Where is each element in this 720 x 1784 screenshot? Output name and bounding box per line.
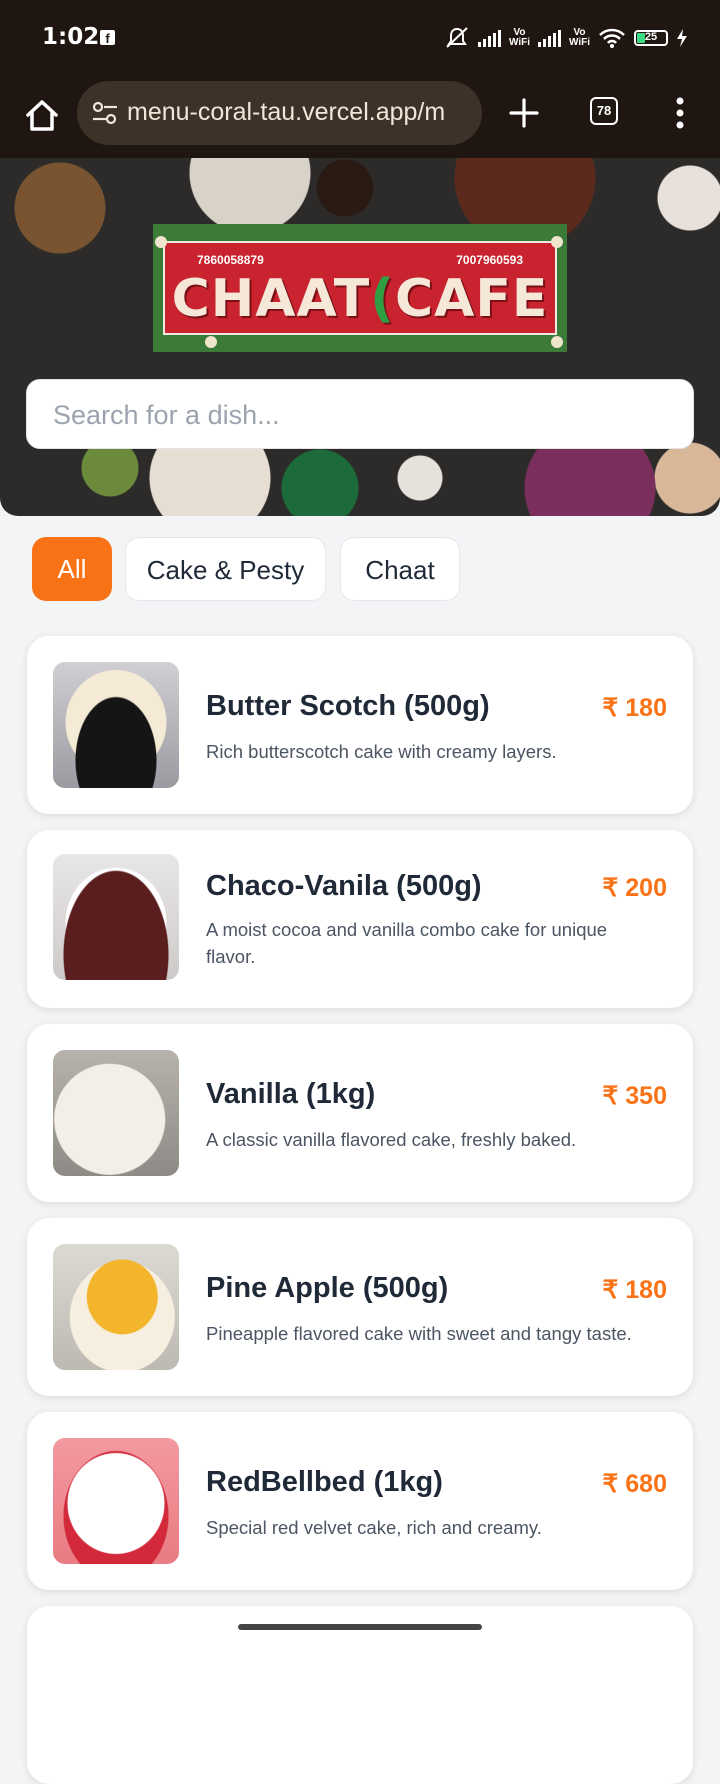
butter-scotch-image [53,662,179,788]
item-title: Butter Scotch (500g) [206,690,490,722]
item-description: A classic vanilla flavored cake, freshly… [206,1129,577,1150]
item-description: Special red velvet cake, rich and creamy… [206,1517,542,1538]
menu-item-card[interactable]: Vanilla (1kg) ₹ 350 A classic vanilla fl… [27,1024,693,1202]
new-tab-icon[interactable] [508,97,540,129]
menu-item-card[interactable]: Chaco-Vanila (500g) ₹ 200 A moist cocoa … [27,830,693,1008]
item-price: ₹ 200 [602,874,667,902]
chili-icon: ( [370,269,395,329]
menu-item-card[interactable] [27,1606,693,1784]
home-icon[interactable] [22,96,62,136]
item-description: A moist cocoa and vanilla combo cake for… [206,919,608,967]
vowifi-icon-1: Vo WiFi [508,27,530,48]
mute-bell-icon [446,27,468,48]
item-price: ₹ 180 [602,1276,667,1304]
chaco-vanila-image [53,854,179,980]
charging-icon [677,29,687,47]
facebook-notification-icon: f [100,30,115,46]
pine-apple-image [53,1244,179,1370]
item-price: ₹ 350 [602,1082,667,1110]
restaurant-logo: 7860058879 7007960593 CHAAT(CAFE [153,224,567,352]
wifi-icon [599,28,625,48]
item-price: ₹ 180 [602,694,667,722]
address-bar[interactable]: menu-coral-tau.vercel.app/m [77,81,482,145]
url-text: menu-coral-tau.vercel.app/m [127,98,446,126]
category-chip-cake-pesty[interactable]: Cake & Pesty [125,537,326,601]
search-placeholder: Search for a dish... [53,400,280,430]
status-icons: Vo WiFi Vo WiFi 25 [444,26,688,50]
more-options-icon[interactable] [670,95,690,131]
menu-item-card[interactable]: Butter Scotch (500g) ₹ 180 Rich buttersc… [27,636,693,814]
item-description: Rich butterscotch cake with creamy layer… [206,741,557,762]
item-title: Chaco-Vanila (500g) [206,870,482,902]
redbellbed-image [53,1438,179,1564]
battery-level: 25 [644,31,658,43]
battery-icon: 25 [634,30,668,46]
search-input[interactable]: Search for a dish... [26,379,694,449]
category-chip-chaat[interactable]: Chaat [340,537,460,601]
item-price: ₹ 680 [602,1470,667,1498]
hero-banner: 7860058879 7007960593 CHAAT(CAFE Search … [0,158,720,516]
item-title: Pine Apple (500g) [206,1272,449,1304]
category-chip-all[interactable]: All [32,537,112,601]
logo-phone-left: 7860058879 [197,253,264,267]
tab-switcher-button[interactable]: 78 [590,97,618,125]
menu-item-card[interactable]: Pine Apple (500g) ₹ 180 Pineapple flavor… [27,1218,693,1396]
signal-icon-2 [537,29,561,47]
item-description: Pineapple flavored cake with sweet and t… [206,1323,632,1344]
status-bar: 1:02 f Vo WiFi Vo WiFi 25 [0,0,720,80]
vanilla-image [53,1050,179,1176]
menu-item-card[interactable]: RedBellbed (1kg) ₹ 680 Special red velve… [27,1412,693,1590]
item-title: RedBellbed (1kg) [206,1466,443,1498]
vowifi-icon-2: Vo WiFi [568,27,590,48]
gesture-home-bar[interactable] [238,1624,482,1630]
status-time: 1:02 [42,24,100,50]
browser-toolbar: menu-coral-tau.vercel.app/m 78 [0,80,720,158]
signal-icon-1 [477,29,501,47]
site-settings-icon[interactable] [91,101,119,125]
logo-name: CHAAT(CAFE [171,269,549,329]
logo-phone-right: 7007960593 [456,253,523,267]
item-title: Vanilla (1kg) [206,1078,376,1110]
